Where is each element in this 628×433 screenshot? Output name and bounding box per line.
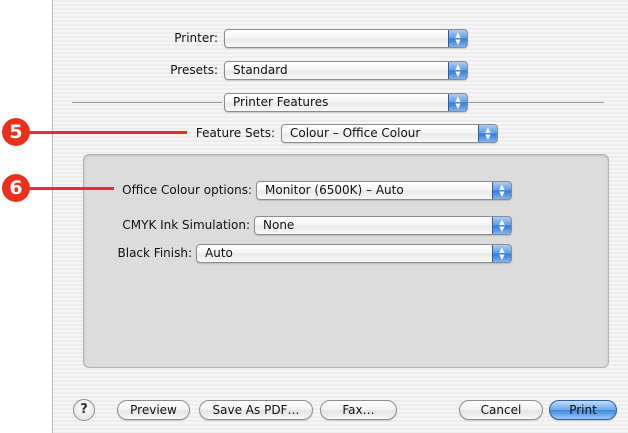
popup-arrows-icon: ▲ ▼ xyxy=(448,94,467,111)
office-colour-options-label: Office Colour options: xyxy=(122,183,252,197)
cmyk-ink-simulation-value: None xyxy=(263,218,295,232)
separator-right xyxy=(468,102,604,103)
feature-sets-value: Colour – Office Colour xyxy=(290,126,421,140)
callout-line-6 xyxy=(28,187,114,190)
callout-line-5 xyxy=(28,131,187,134)
popup-arrows-icon: ▲ ▼ xyxy=(448,62,467,79)
presets-value: Standard xyxy=(233,63,288,77)
black-finish-value: Auto xyxy=(205,246,233,260)
popup-arrows-icon: ▲ ▼ xyxy=(478,125,497,142)
preview-button[interactable]: Preview xyxy=(117,400,190,420)
black-finish-popup[interactable]: Auto ▲ ▼ xyxy=(196,244,512,263)
callout-badge-5: 5 xyxy=(2,118,30,146)
print-button[interactable]: Print xyxy=(549,400,617,420)
separator-left xyxy=(72,102,222,103)
popup-arrows-icon: ▲ ▼ xyxy=(448,30,467,47)
popup-arrows-icon: ▲ ▼ xyxy=(492,217,511,234)
printer-popup[interactable]: ▲ ▼ xyxy=(224,29,468,48)
save-as-pdf-button[interactable]: Save As PDF… xyxy=(199,400,313,420)
fax-button[interactable]: Fax… xyxy=(320,400,397,420)
popup-arrows-icon: ▲ ▼ xyxy=(492,182,511,199)
office-colour-options-popup[interactable]: Monitor (6500K) – Auto ▲ ▼ xyxy=(256,181,512,200)
black-finish-label: Black Finish: xyxy=(117,246,192,260)
cmyk-ink-simulation-popup[interactable]: None ▲ ▼ xyxy=(254,216,512,235)
popup-arrows-icon: ▲ ▼ xyxy=(492,245,511,262)
presets-label: Presets: xyxy=(170,63,218,77)
help-button[interactable]: ? xyxy=(73,399,95,421)
office-colour-options-value: Monitor (6500K) – Auto xyxy=(265,183,404,197)
callout-badge-6: 6 xyxy=(2,174,30,202)
panel-value: Printer Features xyxy=(233,95,329,109)
panel-popup[interactable]: Printer Features ▲ ▼ xyxy=(224,93,468,112)
feature-sets-label: Feature Sets: xyxy=(195,126,275,140)
cmyk-ink-simulation-label: CMYK Ink Simulation: xyxy=(122,218,250,232)
printer-label: Printer: xyxy=(174,31,218,45)
feature-sets-popup[interactable]: Colour – Office Colour ▲ ▼ xyxy=(281,124,498,143)
presets-popup[interactable]: Standard ▲ ▼ xyxy=(224,61,468,80)
cancel-button[interactable]: Cancel xyxy=(459,400,543,420)
